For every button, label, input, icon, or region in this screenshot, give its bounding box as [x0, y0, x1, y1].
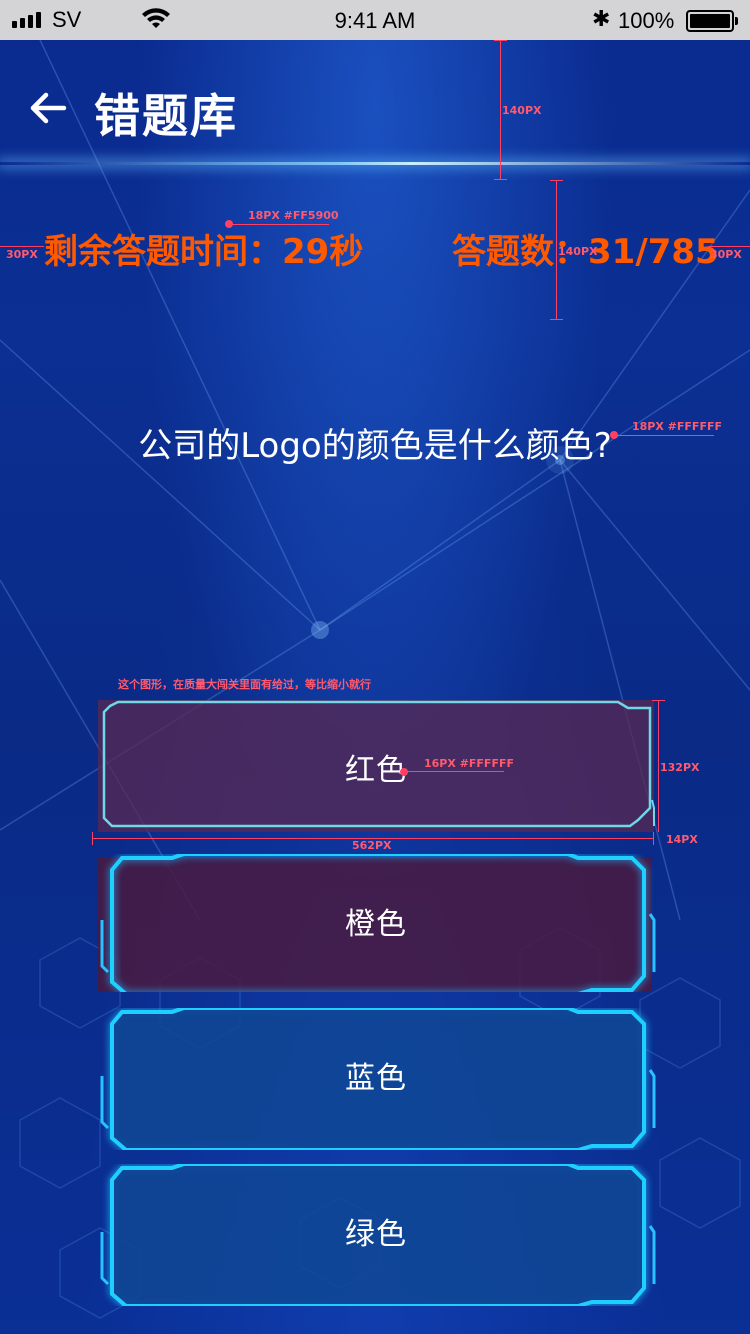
option-font-label: 16PX #FFFFFF — [424, 757, 514, 770]
back-arrow-icon[interactable] — [26, 86, 70, 130]
option-width-label: 562PX — [352, 839, 392, 852]
option-font-marker — [400, 768, 408, 776]
option-label: 蓝色 — [345, 1061, 407, 1096]
stats-font-line — [229, 224, 329, 225]
header-height-cap — [494, 40, 507, 41]
option-blue[interactable]: 蓝色 — [98, 1008, 656, 1150]
option-orange[interactable]: 橙色 — [98, 854, 656, 992]
header-height-line — [500, 40, 501, 180]
option-green[interactable]: 绿色 — [98, 1164, 656, 1306]
question-font-label: 18PX #FFFFFF — [632, 420, 722, 433]
question-font-line — [614, 435, 714, 436]
battery-percent: 100% — [618, 8, 675, 33]
option-label: 橙色 — [345, 907, 407, 942]
stats-height-cap — [550, 319, 563, 320]
option-height-label: 132PX — [660, 761, 700, 774]
margin-right-line — [708, 246, 750, 247]
option-label: 红色 — [345, 753, 407, 788]
option-height-cap — [652, 700, 665, 701]
status-bar: SV 9:41 AM ✱ 100% — [0, 0, 750, 40]
option-label: 绿色 — [345, 1217, 407, 1252]
stats-height-cap — [550, 180, 563, 181]
page-title: 错题库 — [94, 89, 238, 143]
option-shape-note: 这个图形，在质量大闯关里面有给过，等比缩小就行 — [118, 678, 371, 691]
header-height-cap — [494, 179, 507, 180]
header-divider — [0, 162, 750, 165]
option-height-line — [658, 700, 659, 832]
option-gap-label: 14PX — [666, 833, 698, 846]
stats-font-label: 18PX #FF5900 — [248, 209, 339, 222]
margin-left-line — [0, 246, 44, 247]
battery-icon — [686, 10, 738, 32]
stats-height-label: 140PX — [558, 245, 598, 258]
option-width-cap — [653, 832, 654, 845]
bluetooth-icon: ✱ — [592, 6, 611, 31]
margin-left-label: 30PX — [6, 248, 38, 261]
header-height-label: 140PX — [502, 104, 542, 117]
option-width-cap — [92, 832, 93, 845]
stats-height-line — [556, 180, 557, 320]
margin-right-label: 30PX — [710, 248, 742, 261]
option-font-line — [404, 771, 504, 772]
remaining-time: 剩余答题时间：29秒 — [44, 232, 364, 272]
option-red[interactable]: 红色 — [98, 700, 655, 834]
